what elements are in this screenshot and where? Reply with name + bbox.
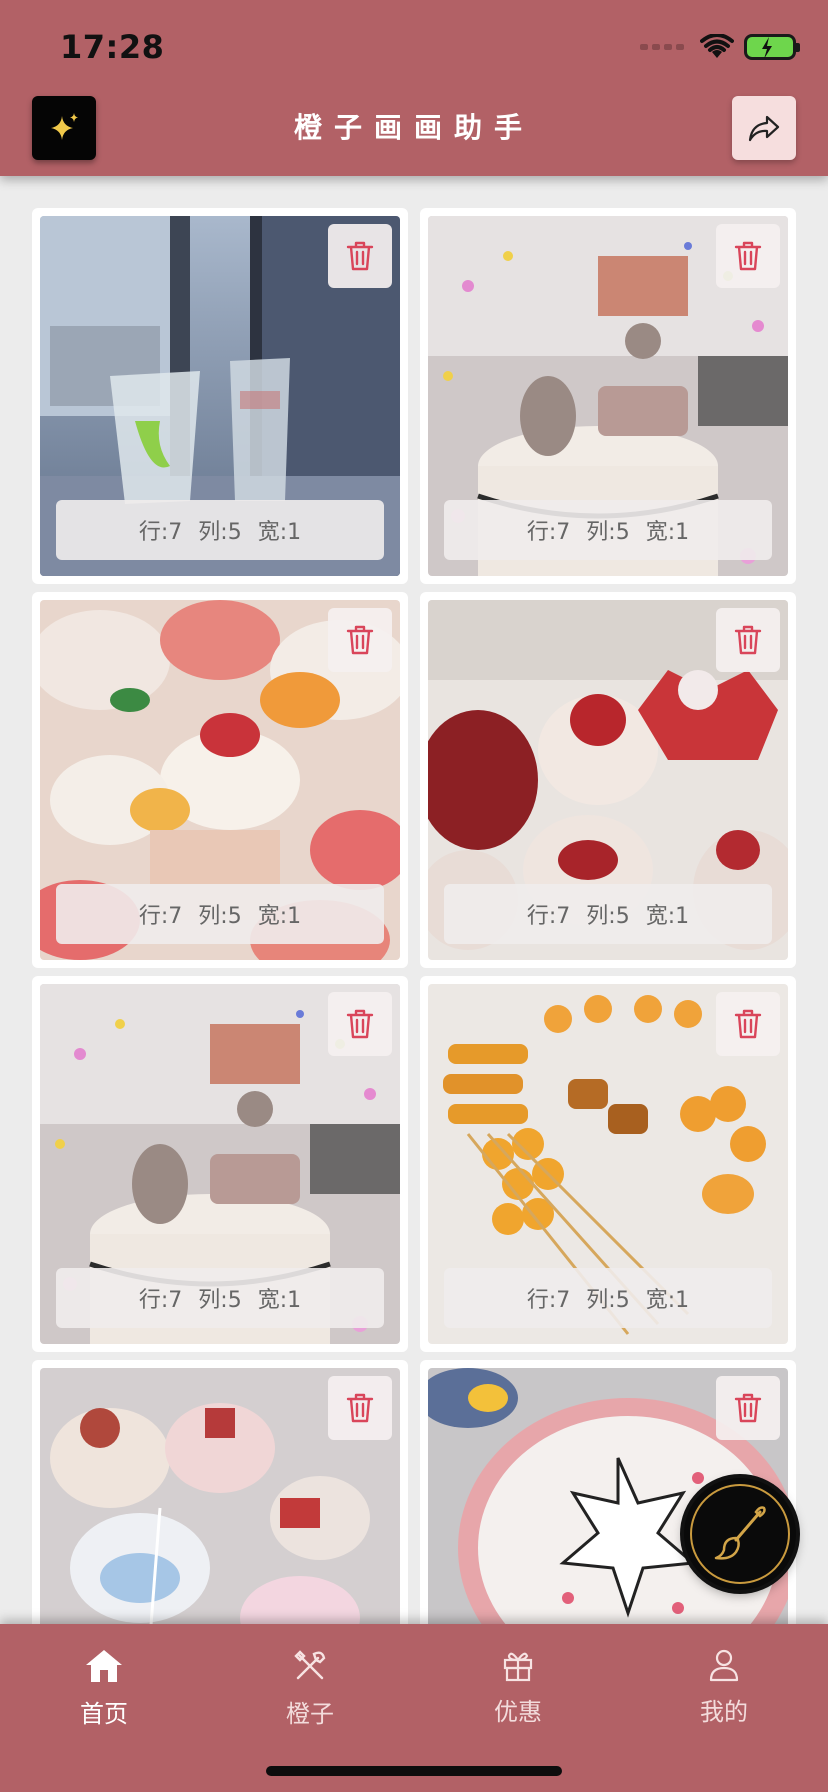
image-card[interactable]: 行:7 列:5 宽:1 (420, 976, 796, 1352)
bottom-tab-bar: 首页 橙子 优惠 我的 (0, 1624, 828, 1792)
battery-icon (744, 34, 800, 60)
tab-home[interactable]: 首页 (44, 1648, 164, 1729)
tab-deals[interactable]: 优惠 (458, 1648, 578, 1727)
tab-label: 首页 (80, 1700, 128, 1728)
rows-value: 行:7 (138, 1288, 183, 1313)
share-button[interactable] (732, 96, 796, 160)
width-value: 宽:1 (257, 520, 302, 545)
image-card[interactable]: 行:7 列:5 宽:1 (420, 592, 796, 968)
trash-icon (346, 1009, 374, 1039)
image-grid: 行:7 列:5 宽:1 行:7 列:5 宽:1 行:7 列:5 宽:1 行:7 … (32, 208, 796, 1736)
grid-dimensions: 行:7 列:5 宽:1 (56, 500, 384, 560)
cols-value: 列:5 (586, 1288, 630, 1313)
trash-icon (734, 1393, 762, 1423)
delete-button[interactable] (328, 992, 392, 1056)
cols-value: 列:5 (198, 904, 242, 929)
share-icon (748, 115, 780, 142)
trash-icon (734, 625, 762, 655)
rows-value: 行:7 (526, 904, 571, 929)
delete-button[interactable] (328, 1376, 392, 1440)
trash-icon (346, 241, 374, 271)
width-value: 宽:1 (645, 1288, 690, 1313)
rows-value: 行:7 (138, 520, 183, 545)
cols-value: 列:5 (198, 520, 242, 545)
delete-button[interactable] (716, 1376, 780, 1440)
trash-icon (346, 1393, 374, 1423)
page-title: 橙子画画助手 (293, 111, 534, 144)
delete-button[interactable] (716, 224, 780, 288)
tab-label: 我的 (700, 1698, 748, 1726)
tools-icon (294, 1650, 326, 1680)
trash-icon (734, 241, 762, 271)
width-value: 宽:1 (645, 520, 690, 545)
status-icons (640, 34, 800, 60)
rows-value: 行:7 (526, 1288, 571, 1313)
grid-dimensions: 行:7 列:5 宽:1 (444, 884, 772, 944)
tab-mine[interactable]: 我的 (664, 1648, 784, 1727)
person-icon (709, 1649, 739, 1682)
tab-label: 橙子 (286, 1700, 334, 1728)
image-card[interactable]: 行:7 列:5 宽:1 (32, 976, 408, 1352)
image-card[interactable]: 行:7 列:5 宽:1 (420, 208, 796, 584)
delete-button[interactable] (328, 224, 392, 288)
rows-value: 行:7 (526, 520, 571, 545)
grid-dimensions: 行:7 列:5 宽:1 (56, 1268, 384, 1328)
tab-label: 优惠 (494, 1698, 542, 1726)
tab-orange[interactable]: 橙子 (250, 1648, 370, 1729)
status-time: 17:28 (60, 28, 165, 66)
top-bar: 17:28 橙子画画助手 (0, 0, 828, 176)
cellular-signal-icon (640, 44, 684, 50)
image-card[interactable]: 行:7 列:5 宽:1 (32, 208, 408, 584)
width-value: 宽:1 (645, 904, 690, 929)
cols-value: 列:5 (198, 1288, 242, 1313)
width-value: 宽:1 (257, 904, 302, 929)
delete-button[interactable] (716, 608, 780, 672)
home-indicator[interactable] (266, 1766, 562, 1776)
width-value: 宽:1 (257, 1288, 302, 1313)
home-icon (86, 1650, 122, 1682)
trash-icon (734, 1009, 762, 1039)
grid-dimensions: 行:7 列:5 宽:1 (444, 1268, 772, 1328)
grid-dimensions: 行:7 列:5 宽:1 (444, 500, 772, 560)
grid-dimensions: 行:7 列:5 宽:1 (56, 884, 384, 944)
trash-icon (346, 625, 374, 655)
delete-button[interactable] (716, 992, 780, 1056)
rows-value: 行:7 (138, 904, 183, 929)
draw-fab-button[interactable] (684, 1478, 796, 1590)
image-card[interactable]: 行:7 列:5 宽:1 (32, 592, 408, 968)
delete-button[interactable] (328, 608, 392, 672)
cols-value: 列:5 (586, 520, 630, 545)
paintbrush-icon (714, 1506, 766, 1560)
gift-icon (503, 1652, 533, 1682)
wifi-icon (700, 34, 734, 58)
cols-value: 列:5 (586, 904, 630, 929)
